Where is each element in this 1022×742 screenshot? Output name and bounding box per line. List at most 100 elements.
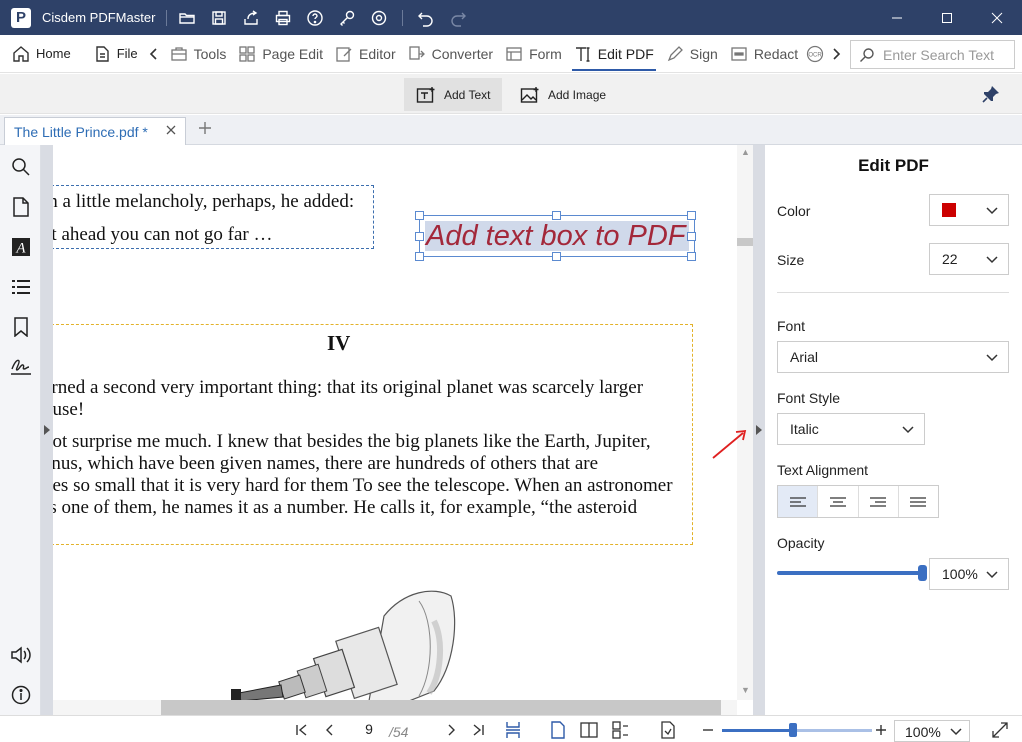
previous-page-icon[interactable] [321,721,339,739]
opacity-slider-track[interactable] [777,571,923,575]
search-input[interactable] [883,46,1013,63]
zoom-select[interactable]: 100% [894,720,970,742]
pdf-page-view[interactable]: th a little melancholy, perhaps, he adde… [53,145,737,700]
maximize-icon[interactable] [922,0,972,35]
vertical-scroll-thumb[interactable] [737,238,753,246]
align-left-button[interactable] [778,486,819,517]
resize-handle[interactable] [415,252,424,261]
menu-converter-label: Converter [431,45,494,62]
resize-handle[interactable] [552,211,561,220]
opacity-select[interactable]: 100% [929,558,1009,590]
pin-icon[interactable] [982,85,1000,106]
next-page-icon[interactable] [442,721,460,739]
resize-handle[interactable] [687,232,696,241]
zoom-slider-track[interactable] [722,729,872,732]
info-icon[interactable] [10,684,32,706]
align-right-button[interactable] [859,486,899,517]
zoom-out-icon[interactable] [699,721,717,739]
tab-the-little-prince[interactable]: The Little Prince.pdf * [4,117,186,145]
first-page-icon[interactable] [293,721,311,739]
menu-page-edit-label: Page Edit [262,45,324,62]
menu-form-label: Form [529,45,562,62]
page-thumbnails-icon[interactable] [10,196,32,218]
new-text-box-content[interactable]: Add text box to PDF [426,220,686,253]
menu-tools[interactable]: Tools [164,35,233,73]
share-icon[interactable] [238,5,264,31]
menu-tools-label: Tools [193,45,227,62]
text-annotation-icon[interactable]: A [10,236,32,258]
fit-page-icon[interactable] [504,721,522,739]
resize-handle[interactable] [687,211,696,220]
right-panel-toggle[interactable] [753,145,765,715]
size-select[interactable]: 22 [929,243,1009,275]
menu-editor[interactable]: Editor [329,35,402,73]
resize-handle[interactable] [415,232,424,241]
scroll-view-icon[interactable] [611,721,629,739]
signature-icon[interactable] [10,356,32,378]
single-page-view-icon[interactable] [549,721,567,739]
add-text-button[interactable]: Add Text [404,78,503,111]
save-icon[interactable] [206,5,232,31]
open-folder-icon[interactable] [174,5,200,31]
search-icon[interactable] [10,156,32,178]
speaker-icon[interactable] [10,644,32,666]
panel-title: Edit PDF [858,156,929,175]
main-menubar: Home File Tools Page Edit Editor Convert… [0,35,1022,73]
resize-handle[interactable] [552,252,561,261]
left-panel-toggle[interactable] [41,145,53,715]
add-image-button[interactable]: Add Image [508,78,618,111]
new-text-box[interactable]: Add text box to PDF [419,215,695,257]
scroll-up-icon[interactable]: ▲ [741,147,750,157]
menu-page-edit[interactable]: Page Edit [232,35,329,73]
resize-handle[interactable] [415,211,424,220]
text-alignment-label: Text Alignment [777,462,869,478]
scroll-down-icon[interactable]: ▼ [741,685,750,695]
font-style-select[interactable]: Italic [777,413,925,445]
home-icon [13,45,29,62]
last-page-icon[interactable] [469,721,487,739]
search-box[interactable] [850,40,1015,69]
undo-icon[interactable] [413,5,439,31]
outline-list-icon[interactable] [10,276,32,298]
menu-form[interactable]: Form [499,35,568,73]
menu-file[interactable]: File [87,35,144,73]
fullscreen-icon[interactable] [991,721,1009,739]
zoom-slider-handle[interactable] [788,723,797,737]
menu-ocr[interactable]: OCR [804,35,826,73]
minimize-icon[interactable] [872,0,922,35]
menu-edit-pdf[interactable]: Edit PDF [568,35,660,73]
color-picker[interactable] [929,194,1009,226]
tab-close-icon[interactable] [165,124,177,139]
current-page-input[interactable]: 9 [349,721,389,741]
horizontal-scrollbar[interactable] [53,700,737,715]
bookmark-icon[interactable] [10,316,32,338]
align-justify-button[interactable] [899,486,938,517]
new-tab-icon[interactable] [197,120,213,139]
key-icon[interactable] [334,5,360,31]
rotate-page-icon[interactable] [659,721,677,739]
redo-icon[interactable] [445,5,471,31]
close-icon[interactable] [972,0,1022,35]
vertical-scrollbar[interactable]: ▲ ▼ [737,145,753,700]
menu-sign[interactable]: Sign [660,35,724,73]
two-page-view-icon[interactable] [580,721,598,739]
opacity-slider-handle[interactable] [918,565,927,581]
align-center-button[interactable] [818,486,859,517]
resize-handle[interactable] [687,252,696,261]
settings-icon[interactable] [366,5,392,31]
menu-home[interactable]: Home [6,35,77,73]
font-select[interactable]: Arial [777,341,1009,373]
sign-icon [667,45,683,61]
convert-icon [408,45,425,60]
document-tabs: The Little Prince.pdf * [0,115,1022,145]
font-value: Arial [790,349,819,365]
help-icon[interactable] [302,5,328,31]
menu-converter[interactable]: Converter [402,35,499,73]
zoom-in-icon[interactable] [872,721,890,739]
edit-pdf-panel: Edit PDF Color Size 22 Font Arial Font S… [765,145,1022,715]
horizontal-scroll-thumb[interactable] [161,700,721,715]
print-icon[interactable] [270,5,296,31]
menu-redact[interactable]: Redact [724,35,804,73]
scroll-right-icon[interactable] [826,35,846,73]
scroll-left-icon[interactable] [144,35,164,73]
